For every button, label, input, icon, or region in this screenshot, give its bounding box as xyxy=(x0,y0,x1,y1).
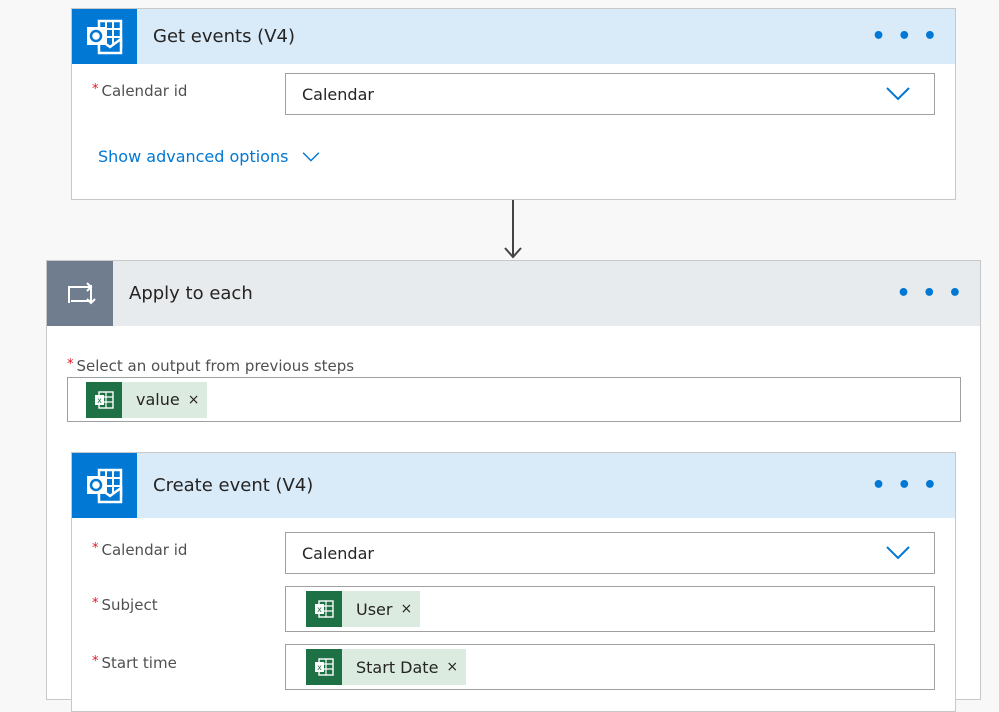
calendar-value: Calendar xyxy=(302,543,374,563)
remove-token-icon[interactable]: × xyxy=(400,591,420,627)
start-date-token: Start Date × xyxy=(306,649,467,685)
select-output-input[interactable]: value × xyxy=(67,377,961,422)
value-token: value × xyxy=(86,381,208,418)
excel-icon xyxy=(306,649,342,685)
calendar-id-dropdown[interactable]: Calendar xyxy=(285,73,935,115)
subject-label: * Subject xyxy=(92,596,158,614)
token-label: User xyxy=(356,599,393,619)
start-time-label: * Start time xyxy=(92,654,177,672)
chevron-down-icon xyxy=(302,152,320,162)
excel-icon xyxy=(306,591,342,627)
more-options-icon[interactable]: • • • xyxy=(896,281,964,306)
start-time-input[interactable]: Start Date × xyxy=(285,644,935,690)
excel-icon xyxy=(86,381,122,418)
loop-icon xyxy=(47,261,113,326)
calendar-id-dropdown[interactable]: Calendar xyxy=(285,532,935,574)
flow-arrow-icon xyxy=(504,200,522,259)
create-event-header[interactable]: Create event (V4) • • • xyxy=(72,453,955,518)
chevron-down-icon xyxy=(886,87,910,101)
create-event-card: Create event (V4) • • • * Calendar id Cal… xyxy=(71,452,956,712)
advanced-label: Show advanced options xyxy=(98,147,289,166)
get-events-card: Get events (V4) • • • * Calendar id Calen… xyxy=(71,8,956,200)
token-label: value xyxy=(136,390,180,409)
remove-token-icon[interactable]: × xyxy=(188,382,208,418)
chevron-down-icon xyxy=(886,546,910,560)
calendar-id-label: * Calendar id xyxy=(92,541,188,559)
more-options-icon[interactable]: • • • xyxy=(871,24,939,49)
calendar-value: Calendar xyxy=(302,84,374,104)
get-events-title: Get events (V4) xyxy=(153,26,295,47)
get-events-header[interactable]: Get events (V4) • • • xyxy=(72,9,955,64)
outlook-icon xyxy=(72,9,137,64)
select-output-label: * Select an output from previous steps xyxy=(67,357,355,375)
more-options-icon[interactable]: • • • xyxy=(871,473,939,498)
remove-token-icon[interactable]: × xyxy=(446,649,466,685)
apply-to-each-title: Apply to each xyxy=(129,283,253,304)
show-advanced-options-link[interactable]: Show advanced options xyxy=(98,147,320,166)
outlook-icon xyxy=(72,453,137,518)
calendar-id-label: * Calendar id xyxy=(92,82,188,100)
apply-to-each-header[interactable]: Apply to each • • • xyxy=(47,261,980,326)
subject-input[interactable]: User × xyxy=(285,586,935,632)
token-label: Start Date xyxy=(356,657,439,677)
user-token: User × xyxy=(306,591,421,627)
create-event-title: Create event (V4) xyxy=(153,475,314,496)
